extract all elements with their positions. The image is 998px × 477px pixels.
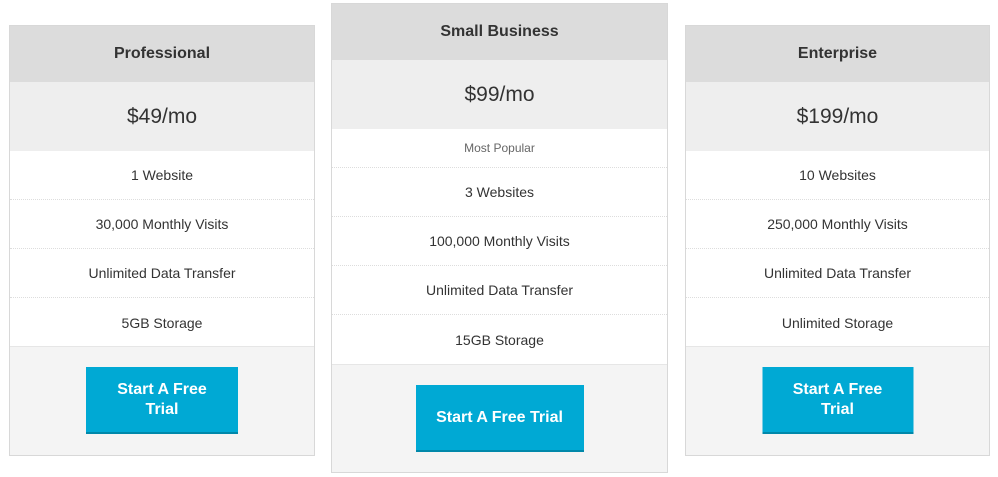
feature-list: 3 Websites 100,000 Monthly Visits Unlimi…: [332, 168, 667, 364]
plan-price: $99/mo: [332, 60, 667, 129]
feature-item: 5GB Storage: [121, 314, 203, 331]
start-free-trial-button[interactable]: Start A Free Trial: [415, 385, 584, 452]
feature-item: 100,000 Monthly Visits: [332, 217, 667, 266]
plan-name: Professional: [10, 26, 314, 82]
plan-name: Enterprise: [686, 26, 989, 82]
feature-item: 250,000 Monthly Visits: [686, 200, 989, 249]
plan-card-enterprise: Enterprise $199/mo 10 Websites 250,000 M…: [685, 25, 990, 456]
plan-name: Small Business: [332, 4, 667, 60]
plan-card-small-business: Small Business $99/mo Most Popular 3 Web…: [331, 3, 668, 473]
feature-item: Unlimited Data Transfer: [10, 249, 314, 298]
start-free-trial-button[interactable]: Start A Free Trial: [86, 367, 238, 434]
start-free-trial-button[interactable]: Start A Free Trial: [762, 367, 913, 434]
feature-item: 10 Websites: [686, 151, 989, 200]
plan-footer: Start A Free Trial: [10, 346, 314, 455]
plan-card-professional: Professional $49/mo 1 Website 30,000 Mon…: [9, 25, 315, 456]
plan-price: $199/mo: [686, 82, 989, 151]
plan-footer: Start A Free Trial: [686, 346, 989, 455]
pricing-table: Professional $49/mo 1 Website 30,000 Mon…: [0, 0, 998, 477]
most-popular-label: Most Popular: [332, 129, 667, 168]
feature-list: 1 Website 30,000 Monthly Visits Unlimite…: [10, 151, 314, 347]
feature-item: Unlimited Data Transfer: [332, 266, 667, 315]
feature-item: Unlimited Data Transfer: [686, 249, 989, 298]
feature-item: 3 Websites: [332, 168, 667, 217]
plan-footer: Start A Free Trial: [332, 364, 667, 472]
feature-item: 30,000 Monthly Visits: [10, 200, 314, 249]
plan-price: $49/mo: [10, 82, 314, 151]
feature-item: 15GB Storage: [455, 331, 544, 348]
feature-list: 10 Websites 250,000 Monthly Visits Unlim…: [686, 151, 989, 347]
feature-item: Unlimited Storage: [781, 314, 894, 331]
feature-item: 1 Website: [10, 151, 314, 200]
